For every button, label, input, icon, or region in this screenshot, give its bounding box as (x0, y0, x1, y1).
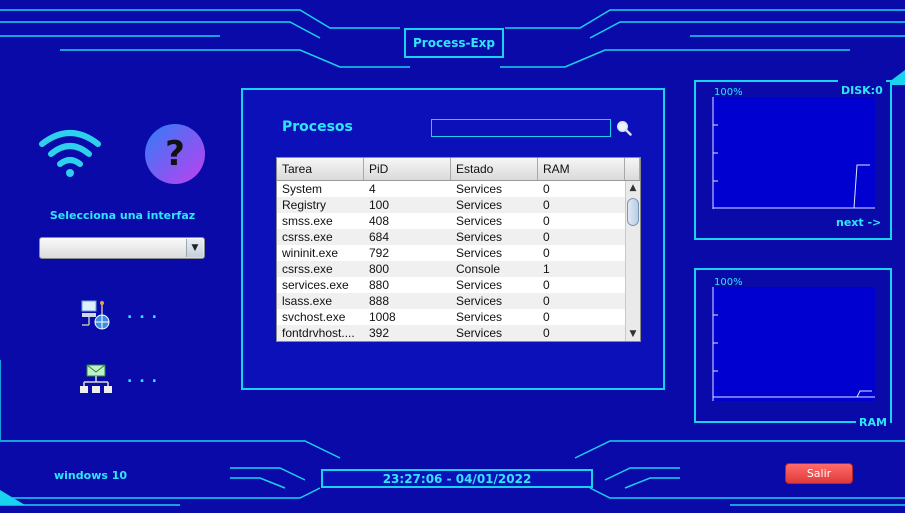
cell-ram: 0 (543, 326, 550, 340)
table-row[interactable]: System 4 Services 0 (277, 181, 625, 197)
cell-tarea: svchost.exe (282, 310, 346, 324)
os-label: windows 10 (54, 469, 128, 482)
cell-tarea: services.exe (282, 278, 349, 292)
scroll-down-icon[interactable]: ▼ (626, 327, 640, 341)
table-row[interactable]: smss.exe 408 Services 0 (277, 213, 625, 229)
search-input[interactable] (431, 119, 611, 137)
cell-tarea: wininit.exe (282, 246, 339, 260)
column-header-corner (625, 158, 640, 180)
column-header-estado[interactable]: Estado (451, 158, 538, 180)
cell-pid: 4 (369, 182, 376, 196)
cell-estado: Services (456, 182, 503, 196)
cell-ram: 0 (543, 198, 550, 212)
ram-graph-max-label: 100% (714, 277, 743, 288)
cell-pid: 408 (369, 214, 390, 228)
interface-select-value (40, 243, 44, 256)
table-row[interactable]: csrss.exe 800 Console 1 (277, 261, 625, 277)
cell-tarea: Registry (282, 198, 327, 212)
scroll-up-icon[interactable]: ▲ (626, 181, 640, 195)
interface-info-dots-2: ... (127, 370, 164, 386)
mail-network-icon[interactable] (80, 363, 112, 395)
disk-graph-plot (712, 97, 875, 209)
cell-estado: Services (456, 310, 503, 324)
cell-pid: 880 (369, 278, 390, 292)
cell-tarea: csrss.exe (282, 262, 333, 276)
column-header-pid[interactable]: PiD (364, 158, 451, 180)
cell-pid: 1008 (369, 310, 396, 324)
help-icon[interactable]: ? (145, 124, 205, 184)
clock-display: 23:27:06 - 04/01/2022 (321, 469, 593, 488)
cell-ram: 0 (543, 182, 550, 196)
table-row[interactable]: svchost.exe 1008 Services 0 (277, 309, 625, 325)
cell-estado: Console (456, 262, 501, 276)
interface-select[interactable]: ▼ (39, 237, 205, 259)
ram-graph-label-text: RAM (859, 416, 887, 429)
search-icon[interactable] (616, 120, 632, 136)
cell-estado: Services (456, 294, 503, 308)
table-row[interactable]: csrss.exe 684 Services 0 (277, 229, 625, 245)
process-panel-title: Procesos (282, 119, 353, 135)
column-header-tarea[interactable]: Tarea (277, 158, 364, 180)
ram-graph-label: RAM (856, 411, 890, 430)
cell-pid: 100 (369, 198, 390, 212)
column-header-ram[interactable]: RAM (538, 158, 625, 180)
cell-estado: Services (456, 326, 503, 340)
exit-button[interactable]: Salir (785, 463, 853, 484)
cell-estado: Services (456, 230, 503, 244)
cell-estado: Services (456, 246, 503, 260)
cell-estado: Services (456, 214, 503, 228)
cell-ram: 0 (543, 230, 550, 244)
cell-tarea: fontdrvhost.... (282, 326, 355, 340)
cell-pid: 792 (369, 246, 390, 260)
cell-ram: 0 (543, 246, 550, 260)
table-row[interactable]: lsass.exe 888 Services 0 (277, 293, 625, 309)
disk-graph-label-text: DISK:0 (841, 84, 883, 97)
next-graph-button[interactable]: next -> (836, 216, 881, 229)
cell-tarea: smss.exe (282, 214, 333, 228)
cell-ram: 0 (543, 294, 550, 308)
chevron-down-icon[interactable]: ▼ (186, 239, 203, 257)
table-row[interactable]: services.exe 880 Services 0 (277, 277, 625, 293)
cell-tarea: csrss.exe (282, 230, 333, 244)
cell-ram: 0 (543, 310, 550, 324)
table-row[interactable]: fontdrvhost.... 392 Services 0 (277, 325, 625, 341)
cell-estado: Services (456, 278, 503, 292)
cell-tarea: System (282, 182, 323, 196)
cell-ram: 0 (543, 214, 550, 228)
disk-graph-max-label: 100% (714, 87, 743, 98)
cell-ram: 1 (543, 262, 550, 276)
table-row[interactable]: Registry 100 Services 0 (277, 197, 625, 213)
table-row[interactable]: wininit.exe 792 Services 0 (277, 245, 625, 261)
table-scrollbar[interactable]: ▲ ▼ (625, 181, 640, 341)
wifi-icon[interactable] (37, 128, 103, 178)
table-header: Tarea PiD Estado RAM (277, 158, 640, 181)
cell-estado: Services (456, 198, 503, 212)
disk-graph-label: DISK:0 (838, 79, 886, 98)
cell-pid: 888 (369, 294, 390, 308)
app-title: Process-Exp (404, 28, 504, 58)
network-globe-icon[interactable] (80, 299, 112, 331)
cell-tarea: lsass.exe (282, 294, 333, 308)
cell-pid: 392 (369, 326, 390, 340)
process-table[interactable]: Tarea PiD Estado RAM System 4 Services 0 Re… (276, 157, 641, 342)
interface-info-dots-1: ... (127, 306, 164, 322)
ram-graph-plot (712, 287, 875, 401)
table-body: System 4 Services 0 Registry 100 Services 0 sm… (277, 181, 625, 341)
cell-ram: 0 (543, 278, 550, 292)
scrollbar-thumb[interactable] (627, 198, 639, 226)
interface-label: Selecciona una interfaz (49, 209, 196, 222)
cell-pid: 684 (369, 230, 390, 244)
cell-pid: 800 (369, 262, 390, 276)
